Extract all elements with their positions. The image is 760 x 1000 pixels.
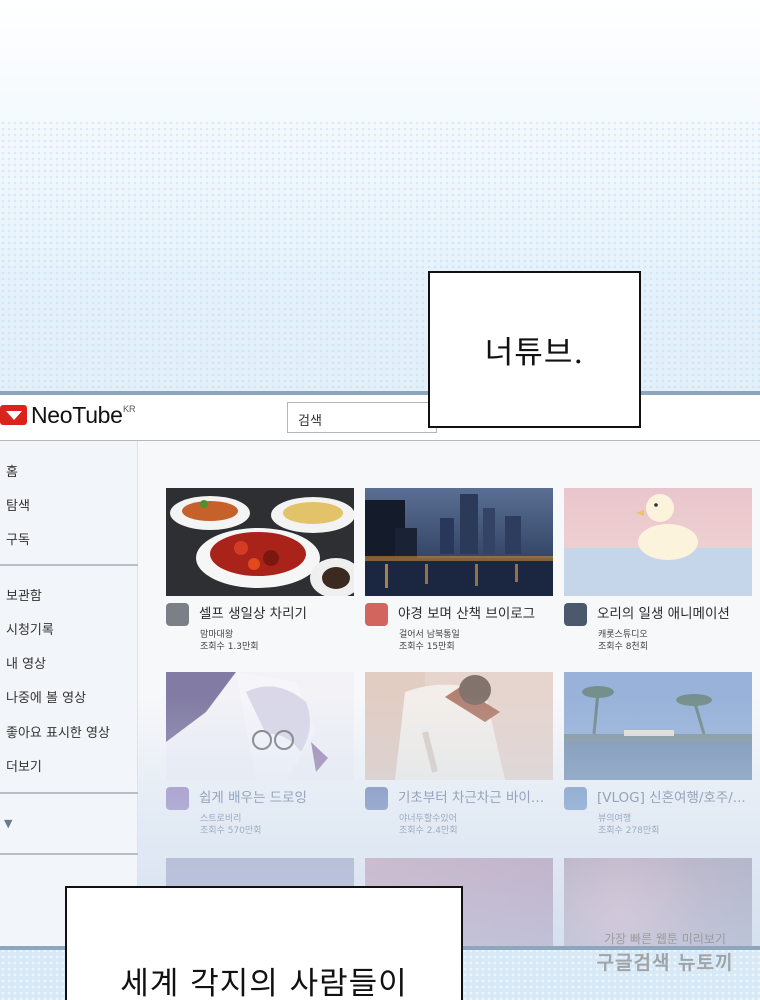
channel-avatar[interactable] [166,787,189,810]
sidebar-item-history[interactable]: 시청기록 [6,619,54,638]
sidebar-item-subscriptions[interactable]: 구독 [6,529,30,548]
video-card[interactable]: [VLOG] 신혼여행/호주/... 뷰의여행 조회수 278만회 [564,672,752,836]
sidebar-item-liked-videos[interactable]: 좋아요 표시한 영상 [6,722,110,741]
sidebar-divider [0,792,138,794]
video-title[interactable]: 기초부터 차근차근 바이올... [398,786,556,806]
view-count: 조회수 15만회 [399,642,455,652]
video-card[interactable]: 오리의 일생 애니메이션 캐롯스튜디오 조회수 8천회 [564,488,752,652]
search-input[interactable]: 검색 [287,402,437,433]
sidebar-divider [0,853,138,855]
video-card[interactable]: 야경 보며 산책 브이로그 걸어서 남북통일 조회수 15만회 [365,488,553,652]
view-count: 조회수 1.3만회 [200,642,259,652]
channel-avatar[interactable] [365,603,388,626]
chevron-down-icon[interactable]: ▼ [4,817,12,830]
channel-avatar[interactable] [564,787,587,810]
video-thumbnail[interactable] [365,672,553,780]
sidebar: 홈 탐색 구독 보관함 시청기록 내 영상 나중에 볼 영상 좋아요 표시한 영… [0,441,138,946]
view-count: 조회수 570만회 [200,826,262,836]
caption-text: 세계 각지의 사람들이 [120,966,408,1000]
video-thumbnail[interactable] [564,488,752,596]
watermark-line2: 구글검색 뉴토끼 [596,952,734,974]
video-thumbnail[interactable] [365,488,553,596]
video-card[interactable]: 쉽게 배우는 드로잉 스트로비리 조회수 570만회 [166,672,354,836]
caption-text: 너튜브. [484,335,585,371]
watermark: 가장 빠른 웹툰 미리보기 구글검색 뉴토끼 [580,930,750,975]
view-count: 조회수 278만회 [598,826,660,836]
video-card[interactable]: 기초부터 차근차근 바이올... 야너두할수있어 조회수 2.4만회 [365,672,556,836]
sidebar-item-home[interactable]: 홈 [6,461,18,480]
region-label: KR [123,404,136,414]
video-thumbnail[interactable] [166,672,354,780]
sidebar-item-my-videos[interactable]: 내 영상 [6,653,46,672]
sky-background [0,120,760,395]
channel-avatar[interactable] [564,603,587,626]
caption-box-top: 너튜브. [428,271,641,428]
video-title[interactable]: 셀프 생일상 차리기 [199,602,357,622]
channel-avatar[interactable] [365,787,388,810]
video-title[interactable]: 쉽게 배우는 드로잉 [199,786,357,806]
video-title[interactable]: [VLOG] 신혼여행/호주/... [597,786,755,806]
top-bar: NeoTube KR 검색 [0,395,760,441]
caption-box-bottom: 세계 각지의 사람들이 [65,886,463,1000]
neotube-window: NeoTube KR 검색 홈 탐색 구독 보관함 시청기록 내 영상 나중에 … [0,391,760,950]
sidebar-divider [0,564,138,566]
channel-avatar[interactable] [166,603,189,626]
sidebar-item-more[interactable]: 더보기 [6,756,42,775]
video-thumbnail[interactable] [166,488,354,596]
video-thumbnail[interactable] [564,672,752,780]
view-count: 조회수 2.4만회 [399,826,458,836]
sidebar-item-watch-later[interactable]: 나중에 볼 영상 [6,687,86,706]
video-title[interactable]: 오리의 일생 애니메이션 [597,602,755,622]
view-count: 조회수 8천회 [598,642,648,652]
video-grid: 셀프 생일상 차리기 맘마대왕 조회수 1.3만회 야경 보며 산책 브이로그 … [138,441,760,946]
play-logo-icon[interactable] [0,405,27,425]
video-title[interactable]: 야경 보며 산책 브이로그 [398,602,556,622]
video-card[interactable]: 셀프 생일상 차리기 맘마대왕 조회수 1.3만회 [166,488,354,652]
watermark-line1: 가장 빠른 웹툰 미리보기 [604,932,726,946]
sidebar-item-explore[interactable]: 탐색 [6,495,30,514]
sidebar-item-library[interactable]: 보관함 [6,585,42,604]
logo-text[interactable]: NeoTube [31,402,123,429]
